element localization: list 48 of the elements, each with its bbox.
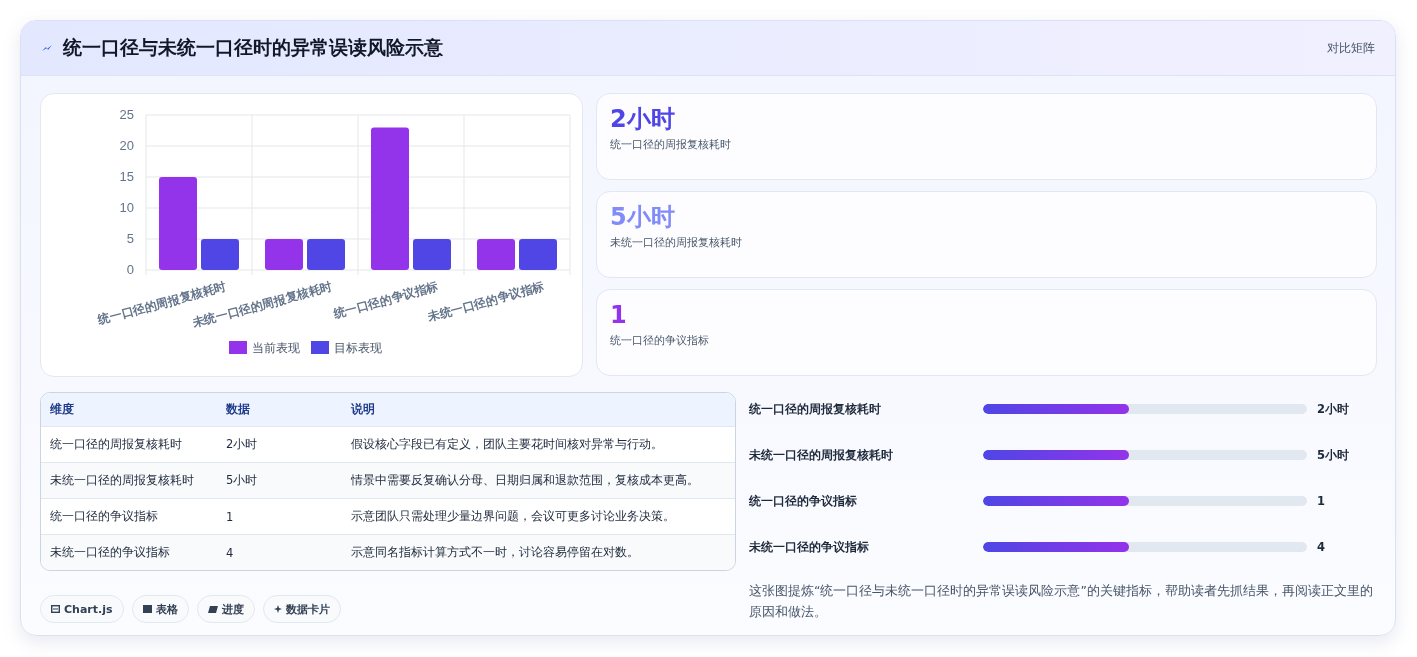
table-cell-text: 假设核心字段已有定义，团队主要花时间核对异常与行动。 bbox=[350, 437, 664, 452]
stat-value: 1 bbox=[610, 301, 627, 329]
page-title: 统一口径与未统一口径时的异常误读风险示意 bbox=[63, 35, 443, 60]
y-tick-label: 10 bbox=[119, 200, 134, 215]
y-tick-label: 25 bbox=[119, 107, 134, 122]
table-cell-text: 示意团队只需处理少量边界问题，会议可更多讨论业务决策。 bbox=[350, 509, 676, 524]
stat-value: 2小时 bbox=[610, 105, 675, 133]
progress-value: 4 bbox=[1317, 540, 1325, 554]
feature-chip: 表格 bbox=[131, 595, 189, 623]
progress-icon bbox=[207, 605, 218, 613]
feature-chip: 进度 bbox=[196, 595, 255, 623]
table-cell-text: 未统一口径的周报复核耗时 bbox=[49, 473, 195, 488]
progress-value: 5小时 bbox=[1317, 447, 1349, 463]
table-icon bbox=[142, 605, 152, 613]
column-header: 说明 bbox=[350, 402, 376, 417]
y-tick-label: 0 bbox=[126, 262, 134, 277]
table-cell-text: 统一口径的周报复核耗时 bbox=[49, 437, 183, 452]
legend-label: 当前表现 bbox=[252, 341, 300, 355]
table-cell-text: 示意同名指标计算方式不一时，讨论容易停留在对数。 bbox=[350, 545, 640, 560]
table-cell-text: 1 bbox=[225, 509, 235, 524]
stat-label: 未统一口径的周报复核耗时 bbox=[610, 235, 742, 250]
column-header: 数据 bbox=[225, 402, 251, 417]
stat-label: 统一口径的周报复核耗时 bbox=[610, 137, 731, 152]
y-tick-label: 15 bbox=[119, 169, 134, 184]
table-cell-text: 情景中需要反复确认分母、日期归属和退款范围，复核成本更高。 bbox=[350, 473, 700, 488]
table-cell-text: 未统一口径的争议指标 bbox=[49, 545, 171, 560]
y-tick-label: 5 bbox=[126, 231, 134, 246]
stat-value: 5小时 bbox=[610, 203, 675, 231]
progress-label: 统一口径的争议指标 bbox=[749, 493, 858, 509]
header-tag: 对比矩阵 bbox=[1327, 39, 1375, 57]
table-cell-text: 统一口径的争议指标 bbox=[49, 509, 159, 524]
legend-label: 目标表现 bbox=[334, 341, 382, 355]
sparkle-icon bbox=[273, 605, 282, 613]
feature-chip: Chart.js bbox=[40, 595, 124, 623]
y-tick-label: 20 bbox=[119, 138, 134, 153]
stat-label: 统一口径的争议指标 bbox=[610, 333, 709, 348]
progress-label: 未统一口径的周报复核耗时 bbox=[749, 447, 894, 463]
progress-value: 2小时 bbox=[1317, 401, 1349, 417]
chart-icon bbox=[51, 605, 60, 613]
summary-text: 这张图提炼“统一口径与未统一口径时的异常误读风险示意”的关键指标，帮助读者先抓结果，再阅读正文里的原因和做法。 bbox=[749, 582, 1374, 621]
table-cell-text: 5小时 bbox=[225, 473, 259, 488]
progress-label: 统一口径的周报复核耗时 bbox=[749, 401, 882, 417]
table-cell-text: 2小时 bbox=[225, 437, 259, 452]
progress-label: 未统一口径的争议指标 bbox=[749, 539, 870, 555]
table-cell-text: 4 bbox=[225, 545, 235, 560]
feature-chip: 数据卡片 bbox=[262, 595, 341, 623]
progress-value: 1 bbox=[1317, 494, 1325, 508]
column-header: 维度 bbox=[49, 402, 75, 417]
